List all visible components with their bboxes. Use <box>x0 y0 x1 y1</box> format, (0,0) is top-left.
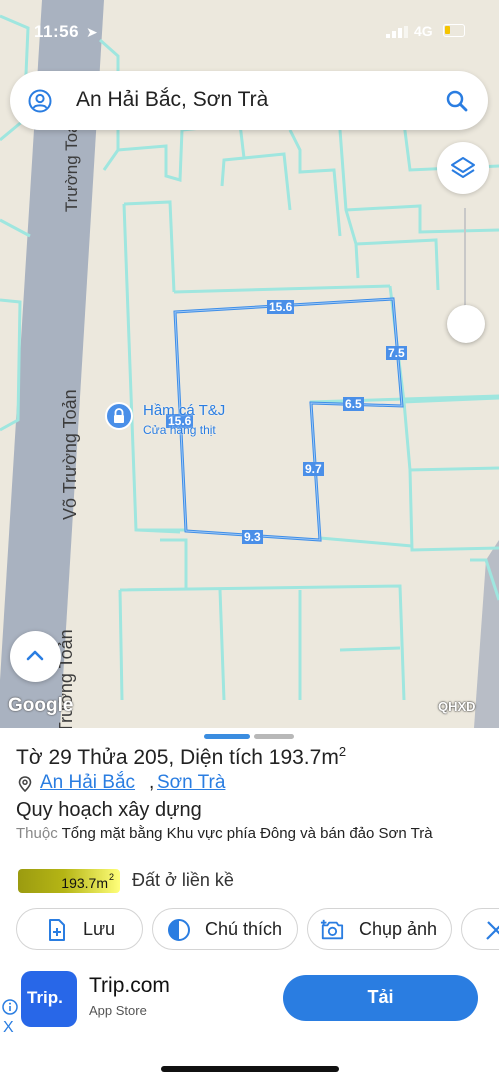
chevron-up-icon <box>26 650 44 661</box>
location-arrow-icon: ➤ <box>86 24 98 40</box>
map-view[interactable]: Võ Trường Toản Võ Trường Toản Võ Trường … <box>0 0 499 728</box>
opacity-slider-thumb[interactable] <box>447 305 485 343</box>
ad-banner[interactable]: X Trip. Trip.com App Store Tải <box>0 966 499 1066</box>
dimension-notch-top: 6.5 <box>343 397 364 411</box>
plan-title: Quy hoạch xây dựng <box>16 799 202 821</box>
tool-icon <box>486 921 499 940</box>
search-bar[interactable]: An Hải Bắc, Sơn Trà <box>10 71 488 130</box>
capture-button[interactable]: Chụp ảnh <box>307 908 452 950</box>
search-icon[interactable] <box>444 88 470 114</box>
legend-button[interactable]: Chú thích <box>152 908 298 950</box>
status-time: 11:56 <box>34 22 80 41</box>
poi-category: Cửa hàng thịt <box>143 423 216 437</box>
expand-up-button[interactable] <box>10 631 61 682</box>
google-logo: Google <box>8 695 74 716</box>
more-action-button[interactable] <box>461 908 499 950</box>
map-pin-icon <box>18 776 32 792</box>
action-bar: Lưu Chú thích Chụp ảnh <box>0 908 499 950</box>
battery-icon <box>443 24 465 37</box>
add-file-icon <box>49 919 65 941</box>
road-label-2: Võ Trường Toản <box>60 389 80 520</box>
info-sheet[interactable]: Tờ 29 Thửa 205, Diện tích 193.7m2 An Hải… <box>0 728 499 1080</box>
dimension-right: 7.5 <box>386 346 407 360</box>
account-icon[interactable] <box>28 89 52 113</box>
plan-detail: Thuộc Tổng mặt bằng Khu vực phía Đông và… <box>16 825 433 842</box>
half-circle-icon <box>168 919 190 941</box>
location-separator: , <box>149 772 155 793</box>
ad-close-icon[interactable]: X <box>3 1019 14 1037</box>
lock-pin-icon[interactable] <box>105 402 133 430</box>
layers-icon <box>451 157 475 178</box>
overlay-label: QHXD <box>438 699 476 714</box>
dimension-notch-side: 9.7 <box>303 462 324 476</box>
home-indicator[interactable] <box>161 1066 339 1072</box>
area-badge: 193.7m 2 <box>18 869 120 893</box>
network-type: 4G <box>414 23 433 39</box>
save-button[interactable]: Lưu <box>16 908 143 950</box>
ad-install-button[interactable]: Tải <box>283 975 478 1021</box>
status-bar: 11:56 ➤ 4G <box>0 0 499 62</box>
dimension-bottom: 9.3 <box>242 530 263 544</box>
district-link[interactable]: Sơn Trà <box>157 772 225 794</box>
parcel-title: Tờ 29 Thửa 205, Diện tích 193.7m2 <box>16 744 347 769</box>
poi-name[interactable]: Hầm cá T&J <box>143 402 225 419</box>
info-icon[interactable] <box>2 999 18 1015</box>
page-indicator-active[interactable] <box>204 734 250 739</box>
page-indicator[interactable] <box>254 734 294 739</box>
dimension-top: 15.6 <box>267 300 295 314</box>
signal-icon <box>386 26 408 38</box>
ad-title[interactable]: Trip.com <box>89 974 170 998</box>
layers-button[interactable] <box>437 142 489 194</box>
search-input[interactable]: An Hải Bắc, Sơn Trà <box>76 88 268 112</box>
land-type: Đất ở liền kề <box>132 870 234 890</box>
ad-subtitle: App Store <box>89 1003 147 1018</box>
ad-app-logo[interactable]: Trip. <box>21 971 77 1027</box>
camera-add-icon <box>320 919 344 940</box>
ward-link[interactable]: An Hải Bắc <box>40 772 135 794</box>
